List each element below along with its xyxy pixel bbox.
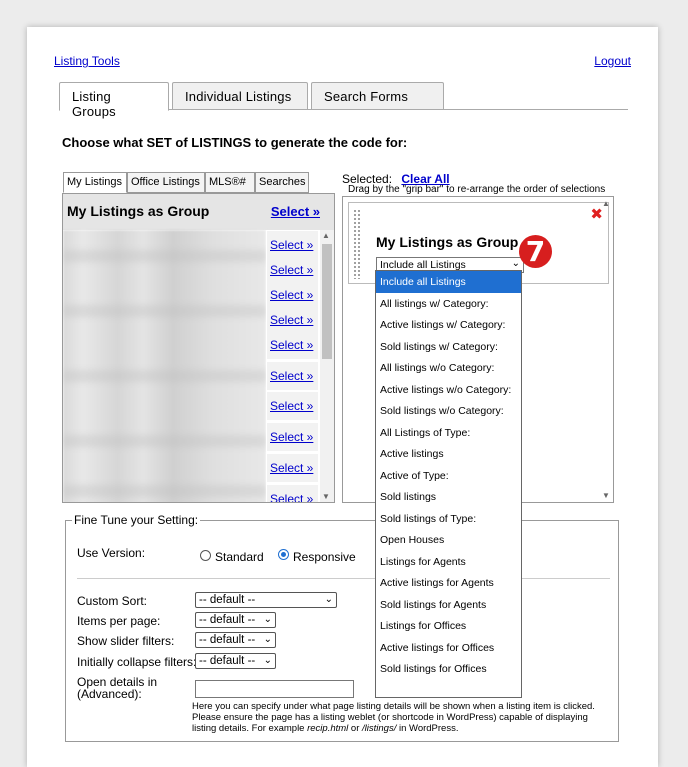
panel-header: My Listings as Group Select »	[63, 194, 334, 230]
dropdown-option[interactable]: Active listings for Agents	[376, 572, 521, 594]
fine-tune-legend: Fine Tune your Setting:	[72, 513, 201, 527]
chevron-down-icon: ⌄	[263, 655, 272, 666]
scroll-down-icon[interactable]: ▼	[602, 491, 610, 500]
dropdown-option[interactable]: Sold listings for Offices	[376, 658, 521, 680]
listing-select-link[interactable]: Select »	[267, 231, 318, 259]
items-per-page-label: Items per page:	[77, 614, 161, 628]
fine-tune-fieldset: Fine Tune your Setting: Use Version: Sta…	[65, 513, 619, 742]
listing-select-link[interactable]: Select »	[267, 454, 318, 482]
dropdown-option[interactable]: Active listings for Offices	[376, 637, 521, 659]
main-tabs: Listing Groups Individual Listings Searc…	[59, 82, 628, 119]
logout-link[interactable]: Logout	[594, 54, 631, 68]
chevron-down-icon: ⌄	[511, 258, 520, 269]
listing-select-link[interactable]: Select »	[267, 485, 318, 502]
tab-listing-groups[interactable]: Listing Groups	[59, 82, 169, 119]
listing-select-link[interactable]: Select »	[267, 306, 318, 334]
dropdown-option[interactable]: Sold listings	[376, 486, 521, 508]
dropdown-option[interactable]: Active of Type:	[376, 465, 521, 487]
step-number-badge: 7	[519, 235, 552, 268]
dropdown-option[interactable]: Active listings w/o Category:	[376, 379, 521, 401]
dropdown-option[interactable]: All listings w/o Category:	[376, 357, 521, 379]
dropdown-option[interactable]: Sold listings for Agents	[376, 594, 521, 616]
chevron-down-icon: ⌄	[324, 594, 333, 605]
collapse-filters-select[interactable]: -- default -- ⌄	[195, 653, 276, 669]
tab-mls-number[interactable]: MLS®#	[205, 172, 255, 193]
dropdown-option[interactable]: All Listings of Type:	[376, 422, 521, 444]
open-details-advanced-label: (Advanced):	[77, 687, 142, 701]
scroll-down-icon[interactable]: ▼	[322, 492, 330, 501]
divider	[77, 578, 610, 579]
dropdown-option[interactable]: Sold listings w/o Category:	[376, 400, 521, 422]
slider-filters-value: -- default --	[199, 634, 256, 646]
listing-select-link[interactable]: Select »	[267, 256, 318, 284]
collapse-filters-value: -- default --	[199, 655, 256, 667]
blurred-listings	[63, 230, 266, 502]
standard-radio[interactable]	[200, 550, 211, 561]
scroll-up-icon[interactable]: ▲	[322, 231, 330, 240]
open-details-input[interactable]	[195, 680, 354, 698]
tab-individual-listings[interactable]: Individual Listings	[172, 82, 308, 110]
listing-select-link[interactable]: Select »	[267, 423, 318, 451]
drag-hint: Drag by the "grip bar" to re-arrange the…	[348, 184, 606, 195]
dropdown-option[interactable]: Include all Listings	[376, 271, 521, 293]
tab-searches[interactable]: Searches	[255, 172, 309, 193]
listings-scrollbar[interactable]: ▲ ▼	[320, 230, 334, 502]
listing-select-link[interactable]: Select »	[267, 331, 318, 359]
chevron-down-icon: ⌄	[263, 614, 272, 625]
dropdown-option[interactable]: All listings w/ Category:	[376, 293, 521, 315]
section-title: Choose what SET of LISTINGS to generate …	[62, 135, 408, 150]
group-filter-dropdown: Include all Listings All listings w/ Cat…	[375, 270, 522, 698]
responsive-radio[interactable]	[278, 549, 289, 560]
custom-sort-label: Custom Sort:	[77, 594, 148, 608]
custom-sort-select[interactable]: -- default -- ⌄	[195, 592, 337, 608]
dropdown-option[interactable]: Open Houses	[376, 529, 521, 551]
standard-label: Standard	[215, 550, 264, 564]
dropdown-option[interactable]: Active listings w/ Category:	[376, 314, 521, 336]
listing-select-link[interactable]: Select »	[267, 392, 318, 420]
dropdown-option[interactable]: Sold listings w/ Category:	[376, 336, 521, 358]
tab-my-listings[interactable]: My Listings	[63, 172, 127, 193]
open-details-help: Here you can specify under what page lis…	[192, 701, 595, 734]
tab-office-listings[interactable]: Office Listings	[127, 172, 205, 193]
listing-select-link[interactable]: Select »	[267, 362, 318, 390]
slider-filters-label: Show slider filters:	[77, 634, 175, 648]
items-per-page-select[interactable]: -- default -- ⌄	[195, 612, 276, 628]
scroll-thumb[interactable]	[322, 244, 332, 359]
my-listings-panel: My Listings as Group Select » Select » S…	[62, 193, 335, 503]
responsive-label: Responsive	[293, 550, 356, 564]
dropdown-option[interactable]: Sold listings of Type:	[376, 508, 521, 530]
main-card: Listing Tools Logout Listing Groups Indi…	[27, 27, 658, 767]
collapse-filters-label: Initially collapse filters:	[77, 655, 197, 669]
listing-select-link[interactable]: Select »	[267, 281, 318, 309]
listing-tools-link[interactable]: Listing Tools	[54, 54, 120, 68]
grip-bar-icon[interactable]	[353, 209, 361, 279]
use-version-label: Use Version:	[77, 546, 146, 560]
tab-search-forms[interactable]: Search Forms	[311, 82, 444, 110]
dropdown-option[interactable]: Listings for Agents	[376, 551, 521, 573]
chevron-down-icon: ⌄	[263, 634, 272, 645]
custom-sort-value: -- default --	[199, 594, 256, 606]
items-per-page-value: -- default --	[199, 614, 256, 626]
panel-title: My Listings as Group	[67, 203, 210, 219]
select-column: Select » Select » Select » Select » Sele…	[266, 230, 320, 502]
slider-filters-select[interactable]: -- default -- ⌄	[195, 632, 276, 648]
dropdown-option[interactable]: Active listings	[376, 443, 521, 465]
selected-scrollbar[interactable]: ▲ ▼	[600, 198, 612, 501]
select-group-link[interactable]: Select »	[271, 204, 320, 219]
dropdown-option[interactable]: Listings for Offices	[376, 615, 521, 637]
group-title: My Listings as Group	[376, 234, 519, 250]
scroll-up-icon[interactable]: ▲	[602, 199, 610, 208]
